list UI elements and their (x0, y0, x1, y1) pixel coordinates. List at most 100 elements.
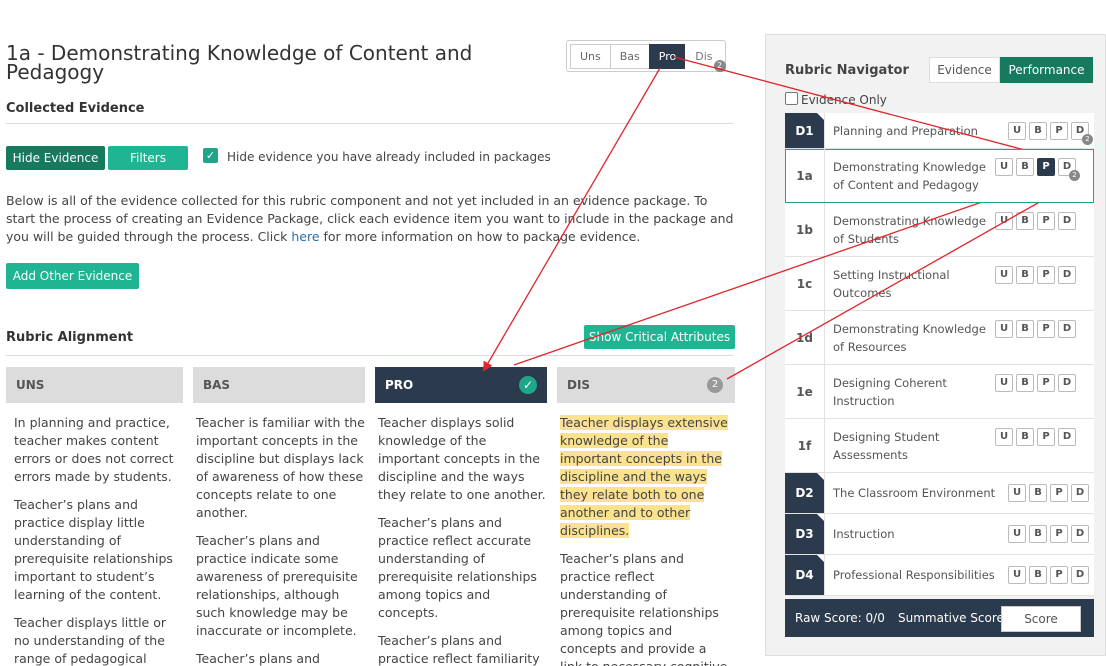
descriptor-text: Teacher displays solid knowledge of the … (378, 415, 546, 502)
level-buttons: UBPD (995, 311, 1081, 364)
hide-evidence-button[interactable]: Hide Evidence (6, 146, 105, 170)
add-other-evidence-button[interactable]: Add Other Evidence (6, 263, 139, 289)
level-button-d[interactable]: D (1058, 320, 1076, 338)
hide-included-checkbox[interactable]: ✓ (203, 148, 218, 163)
level-button-label: P (1042, 377, 1050, 388)
level-button-u[interactable]: U (995, 158, 1013, 176)
level-button-u[interactable]: U (995, 266, 1013, 284)
level-button-p[interactable]: P (1037, 158, 1055, 176)
level-button-p[interactable]: P (1050, 566, 1068, 584)
column-header-pro[interactable]: PRO ✓ (375, 367, 547, 403)
row-code: 1a (785, 149, 825, 202)
column-body-dis: Teacher displays extensive knowledge of … (560, 414, 732, 666)
level-button-d[interactable]: D (1071, 566, 1089, 584)
level-button-d[interactable]: D (1058, 374, 1076, 392)
level-button-u[interactable]: U (1008, 566, 1026, 584)
level-button-u[interactable]: U (995, 374, 1013, 392)
level-button-label: B (1021, 323, 1029, 334)
level-button-d[interactable]: D (1058, 428, 1076, 446)
help-link[interactable]: here (291, 229, 319, 244)
level-button-b[interactable]: B (1016, 212, 1034, 230)
level-button-b[interactable]: B (1016, 320, 1034, 338)
level-button-d[interactable]: D (1058, 212, 1076, 230)
level-button-d[interactable]: D2 (1058, 158, 1080, 181)
level-button-d[interactable]: D (1071, 484, 1089, 502)
level-button-label: D (1062, 431, 1072, 442)
level-button-b[interactable]: B (1016, 428, 1034, 446)
level-button-u[interactable]: U (1008, 121, 1026, 140)
level-tab-dis[interactable]: Dis 2 (685, 44, 726, 72)
level-button-u[interactable]: U (1008, 484, 1026, 502)
navigator-component-row[interactable]: 1b Demonstrating Knowledge of Students U B P… (785, 203, 1094, 257)
level-button-b[interactable]: B (1029, 121, 1047, 140)
column-header-bas[interactable]: BAS (193, 367, 365, 403)
level-button-label: P (1042, 269, 1050, 280)
row-name: Designing Student Assessments (833, 429, 940, 462)
level-button-p[interactable]: P (1037, 374, 1055, 392)
level-button-u[interactable]: U (1008, 525, 1026, 543)
level-button-d[interactable]: D2 (1071, 121, 1093, 145)
dis-count-badge: 2 (707, 377, 723, 393)
level-button-label: U (1012, 124, 1022, 136)
level-button-b[interactable]: B (1016, 374, 1034, 392)
level-button-d[interactable]: D (1058, 266, 1076, 284)
level-button-b[interactable]: B (1029, 566, 1047, 584)
level-button-u[interactable]: U (995, 320, 1013, 338)
navigator-domain-row[interactable]: D1 Planning and Preparation U B P D 2 (785, 113, 1094, 149)
level-button-label: U (999, 161, 1009, 172)
row-name: Professional Responsibilities (833, 568, 995, 582)
level-button-b[interactable]: B (1029, 525, 1047, 543)
row-code: 1b (785, 203, 825, 256)
performance-toggle[interactable]: Performance (1000, 57, 1093, 83)
level-buttons: UBPD (1008, 473, 1094, 513)
evidence-toggle[interactable]: Evidence (929, 57, 1000, 83)
filters-button[interactable]: Filters (108, 146, 188, 170)
navigator-component-row[interactable]: 1e Designing Coherent Instruction U B P D (785, 365, 1094, 419)
show-critical-attributes-button[interactable]: Show Critical Attributes (584, 325, 735, 349)
level-tab-bas[interactable]: Bas (609, 44, 650, 69)
level-button-label: U (1012, 569, 1022, 580)
column-header-uns[interactable]: UNS (6, 367, 183, 403)
navigator-component-row[interactable]: 1a Demonstrating Knowledge of Content and… (785, 149, 1094, 203)
highlighted-text[interactable]: Teacher displays extensive knowledge of … (560, 415, 728, 538)
level-button-b[interactable]: B (1016, 158, 1034, 176)
level-button-p[interactable]: P (1037, 266, 1055, 284)
level-button-d[interactable]: D (1071, 525, 1089, 543)
descriptor-text: Teacher’s plans and practice display lit… (14, 497, 173, 602)
level-button-p[interactable]: P (1050, 484, 1068, 502)
row-name: Instruction (833, 527, 895, 541)
navigator-domain-row[interactable]: D4 Professional Responsibilities U B P D (785, 555, 1094, 596)
navigator-domain-row[interactable]: D3 Instruction U B P D (785, 514, 1094, 555)
divider (6, 355, 734, 356)
level-button-label: P (1055, 528, 1063, 539)
descriptor-text: Teacher displays little or no understand… (14, 615, 167, 666)
level-button-label: U (999, 377, 1009, 388)
level-button-p[interactable]: P (1050, 525, 1068, 543)
level-tab-pro[interactable]: Pro (648, 44, 687, 69)
level-button-p[interactable]: P (1037, 320, 1055, 338)
level-button-p[interactable]: P (1037, 428, 1055, 446)
score-button[interactable]: Score (1001, 606, 1081, 632)
level-button-p[interactable]: P (1037, 212, 1055, 230)
level-button-label: P (1042, 431, 1050, 442)
navigator-component-row[interactable]: 1f Designing Student Assessments U B P D (785, 419, 1094, 473)
level-button-b[interactable]: B (1029, 484, 1047, 502)
level-tab-uns[interactable]: Uns (570, 44, 611, 69)
level-button-label: B (1021, 431, 1029, 442)
column-body-pro: Teacher displays solid knowledge of the … (378, 414, 546, 666)
navigator-domain-row[interactable]: D2 The Classroom Environment U B P D (785, 473, 1094, 514)
summative-score-label: Summative Score (898, 611, 1004, 625)
level-button-u[interactable]: U (995, 212, 1013, 230)
evidence-only-checkbox[interactable] (785, 92, 798, 105)
level-button-u[interactable]: U (995, 428, 1013, 446)
level-button-b[interactable]: B (1016, 266, 1034, 284)
evidence-description: Below is all of the evidence collected f… (6, 192, 738, 246)
navigator-component-row[interactable]: 1d Demonstrating Knowledge of Resources U B… (785, 311, 1094, 365)
navigator-component-row[interactable]: 1c Setting Instructional Outcomes U B P D (785, 257, 1094, 311)
row-code: D3 (785, 514, 825, 554)
column-header-dis[interactable]: DIS 2 (557, 367, 735, 403)
level-button-p[interactable]: P (1050, 121, 1068, 140)
level-button-label: B (1021, 215, 1029, 226)
column-header-label: UNS (16, 378, 45, 392)
level-button-label: U (1012, 487, 1022, 498)
